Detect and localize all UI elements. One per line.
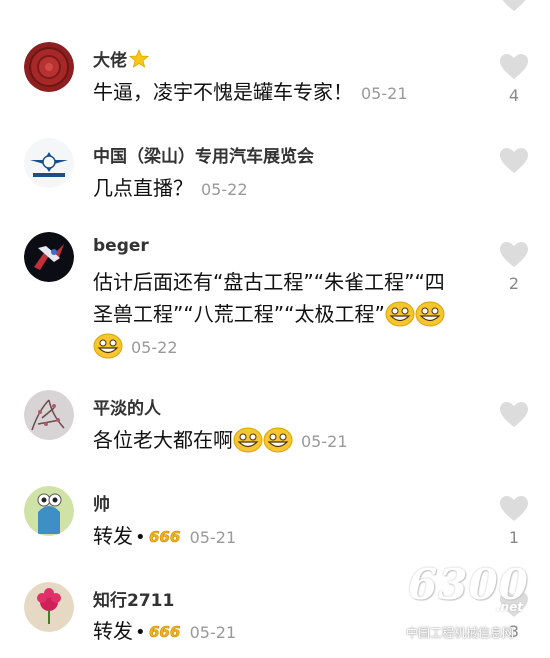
666-badge-icon: 666 (148, 527, 182, 545)
username[interactable]: 平淡的人 (93, 394, 161, 419)
username[interactable]: 帅 (93, 490, 110, 515)
comment-date: 05-21 (361, 84, 408, 103)
comment-text: 牛逼，凌宇不愧是罐车专家！ 05-21 (93, 76, 483, 110)
comment-text: 各位老大都在啊 05-21 (93, 424, 483, 458)
watermark-suffix: .net (496, 600, 523, 614)
username[interactable]: 大佬 (93, 46, 149, 71)
like-count: 1 (508, 528, 520, 547)
comment-body: 转发 (93, 619, 133, 643)
username-text: 帅 (93, 495, 110, 515)
username-text: beger (93, 236, 149, 256)
svg-text:666: 666 (149, 623, 180, 640)
heart-icon[interactable] (500, 402, 528, 428)
comment-body: 转发 (93, 524, 133, 548)
avatar[interactable] (24, 138, 74, 188)
avatar[interactable] (24, 390, 74, 440)
comment-body: 各位老大都在啊 (93, 428, 233, 452)
avatar[interactable] (24, 486, 74, 536)
heart-icon[interactable] (500, 54, 528, 80)
comment-body: 牛逼，凌宇不愧是罐车专家！ (93, 80, 353, 104)
grin-emoji-icon (263, 427, 293, 453)
avatar[interactable] (24, 232, 74, 282)
comment-body: 几点直播？ (93, 176, 193, 200)
comment-date: 05-22 (131, 338, 178, 357)
heart-icon[interactable] (500, 0, 528, 12)
heart-icon[interactable] (500, 496, 528, 522)
comment-text: 估计后面还有“盘古工程”“朱雀工程”“四 圣兽工程”“八荒工程”“太极工程” 0… (93, 266, 483, 364)
666-badge-icon: 666 (148, 622, 182, 640)
star-icon (129, 49, 149, 69)
username-text: 知行2711 (93, 591, 175, 611)
comment-body-line-2: 圣兽工程”“八荒工程”“太极工程” (93, 302, 385, 326)
grin-emoji-icon (415, 301, 445, 327)
comment-date: 05-22 (201, 180, 248, 199)
username-text: 中国（梁山）专用汽车展览会 (93, 147, 314, 167)
grin-emoji-icon (385, 301, 415, 327)
svg-text:666: 666 (149, 528, 180, 545)
username[interactable]: 知行2711 (93, 586, 174, 611)
username[interactable]: beger (93, 236, 149, 256)
username-text: 大佬 (93, 51, 127, 71)
comment-date: 05-21 (189, 623, 237, 642)
separator-dot: • (135, 622, 146, 643)
grin-emoji-icon (233, 427, 263, 453)
avatar[interactable] (24, 582, 74, 632)
like-count: 4 (508, 86, 520, 105)
comment-date: 05-21 (189, 528, 237, 547)
comment-text: 几点直播？ 05-22 (93, 172, 483, 206)
watermark: 6300 .net 中国工程机械信息网 (400, 560, 540, 650)
grin-emoji-icon (93, 333, 123, 359)
comment-date: 05-21 (301, 432, 348, 451)
heart-icon[interactable] (500, 148, 528, 174)
username[interactable]: 中国（梁山）专用汽车展览会 (93, 142, 314, 167)
separator-dot: • (135, 527, 146, 548)
avatar[interactable] (24, 42, 74, 92)
comment-body-line-1: 估计后面还有“盘古工程”“朱雀工程”“四 (93, 270, 445, 294)
comment-text: 转发 • 666 05-21 (93, 520, 483, 554)
like-count: 2 (508, 274, 520, 293)
heart-icon[interactable] (500, 242, 528, 268)
watermark-subtitle: 中国工程机械信息网 (406, 626, 515, 640)
username-text: 平淡的人 (93, 399, 161, 419)
